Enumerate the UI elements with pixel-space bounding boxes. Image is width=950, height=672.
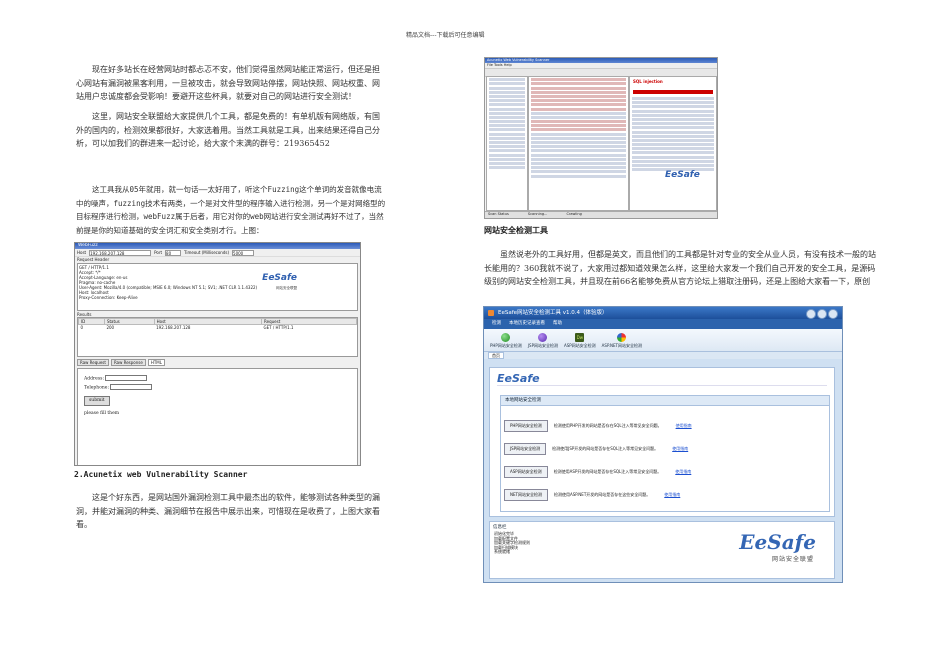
- eesafe-titlebar: EeSafe网站安全检测工具 v1.0.4（体验版）: [484, 307, 842, 319]
- tab-raw-request[interactable]: Raw Request: [77, 359, 109, 366]
- html-preview: Address: Telephone: submit please fill t…: [77, 368, 358, 465]
- eesafe-main-panel: EeSafe 本地网站安全检测 PHP网站安全检测 检测使用PHP开发的网站是否…: [489, 367, 835, 517]
- eesafe-brand-subtitle: 网站安全联盟: [771, 556, 814, 563]
- request-line: Proxy-Connection: Keep-Alive: [79, 295, 138, 300]
- webfuzz-screenshot: WebFuzz Host 192.168.207.128 Port 80 Tim…: [74, 242, 361, 466]
- webfuzz-connection-row: Host 192.168.207.128 Port 80 Timeout (Mi…: [75, 249, 360, 257]
- table-row[interactable]: 0 200 192.168.207.128 GET / HTTP/1.1: [79, 325, 357, 330]
- timeout-input[interactable]: 5000: [232, 249, 255, 256]
- guide-link[interactable]: 使用指南: [672, 446, 688, 452]
- net-check-button[interactable]: NET网站安全检测: [504, 489, 548, 501]
- app-icon: [488, 310, 494, 316]
- alert-title: SQL injection: [633, 79, 663, 84]
- telephone-label: Telephone:: [84, 385, 109, 390]
- check-description: 检测使用ASP.NET开发的网站是否存在这些安全问题。: [553, 492, 651, 497]
- eesafe-menubar: 检测 本地历史记录查看 帮助: [484, 319, 842, 329]
- tool-aspnet[interactable]: ASP.NET网站安全检测: [602, 333, 642, 351]
- acunetix-screenshot: Acunetix Web Vulnerability Scanner File …: [484, 57, 718, 219]
- check-row-net: NET网站安全检测 检测使用ASP.NET开发的网站是否存在这些安全问题。 使用…: [504, 489, 680, 501]
- cell-id: 0: [80, 325, 84, 330]
- jsp-check-button[interactable]: JSP网站安全检测: [504, 443, 547, 455]
- timeout-label: Timeout (Milliseconds): [184, 250, 230, 255]
- guide-link[interactable]: 使用指南: [675, 469, 691, 475]
- paragraph-intro: 现在好多站长在经营网站时都忐忑不安，他们觉得虽然网站能正常运行，但还是担心网站有…: [76, 65, 380, 101]
- check-description: 检测使用PHP开发的网站是否存在SQL注入等常见安全问题。: [553, 423, 662, 428]
- response-tabs: Raw Request Raw Response HTML: [75, 357, 360, 368]
- cell-request: GET / HTTP/1.1: [263, 325, 294, 330]
- status-scanning: Scanning...: [527, 212, 548, 216]
- cell-status: 200: [106, 325, 115, 330]
- close-icon[interactable]: [828, 309, 838, 319]
- acunetix-statusbar: Scan Status Scanning... Crawling: [485, 211, 717, 218]
- paragraph-acunetix: 这是个好东西，是网站国外漏洞检测工具中最杰出的软件，能够测试各种类型的漏洞，并能…: [76, 493, 380, 529]
- request-header-box[interactable]: GET / HTTP/1.1 Accept: */* Accept-Langua…: [77, 263, 358, 311]
- timeout-value: 5000: [233, 250, 244, 256]
- port-input[interactable]: 80: [165, 249, 182, 256]
- status-crawling: Crawling: [566, 212, 582, 216]
- check-description: 检测使用ASP开发的网站是否存在SQL注入等常见安全问题。: [553, 469, 662, 474]
- telephone-field[interactable]: [110, 383, 153, 390]
- php-check-button[interactable]: PHP网站安全检测: [504, 420, 548, 432]
- acunetix-scan-results: [528, 76, 629, 211]
- paragraph-webfuzz: 这工具我从05年就用，就一句话——太好用了，听这个Fuzzing这个单词的发音就…: [76, 185, 386, 235]
- check-row-asp: ASP网站安全检测 检测使用ASP开发的网站是否存在SQL注入等常见安全问题。 …: [504, 466, 691, 478]
- address-label: Address:: [84, 376, 104, 382]
- eesafe-logo: EeSafe: [497, 372, 540, 385]
- menu-detect[interactable]: 检测: [492, 319, 501, 329]
- host-value: 192.168.207.128: [90, 250, 125, 256]
- tab-html[interactable]: HTML: [147, 359, 165, 366]
- dreamweaver-icon: Dw: [575, 333, 585, 342]
- menu-help[interactable]: 帮助: [553, 319, 562, 329]
- host-input[interactable]: 192.168.207.128: [89, 249, 152, 256]
- minimize-icon[interactable]: [806, 309, 816, 319]
- tool-php[interactable]: PHP网站安全检测: [490, 333, 522, 351]
- eesafe-watermark: EeSafe: [665, 170, 700, 180]
- address-field[interactable]: [105, 375, 148, 381]
- eesafe-title: EeSafe网站安全检测工具 v1.0.4（体验版）: [498, 310, 608, 316]
- request-header-label: Request Header: [77, 257, 110, 262]
- acunetix-alert-details: SQL injection: [629, 76, 717, 211]
- heading-eesafe-tool: 网站安全检测工具: [484, 226, 548, 235]
- paragraph-tools-intro: 这里，网站安全联盟给大家提供几个工具，都是免费的！有单机版有网络版，有国外的国内…: [76, 112, 380, 148]
- tab-home[interactable]: 首页: [488, 352, 504, 359]
- status-label: Scan Status: [488, 212, 509, 216]
- heading-acunetix: 2.Acunetix web Vulnerability Scanner: [74, 470, 248, 479]
- tool-label: JSP网站安全检测: [527, 343, 558, 348]
- jsp-icon: [538, 333, 548, 342]
- cell-host: 192.168.207.128: [156, 325, 191, 330]
- check-row-php: PHP网站安全检测 检测使用PHP开发的网站是否存在SQL注入等常见安全问题。 …: [504, 420, 692, 432]
- eesafe-brand-logo: EeSafe: [739, 530, 816, 554]
- maximize-icon[interactable]: [817, 309, 827, 319]
- tool-label: ASP网站安全检测: [563, 343, 596, 348]
- eesafe-toolbar: PHP网站安全检测 JSP网站安全检测 Dw ASP网站安全检测 ASP.NET…: [484, 329, 842, 351]
- tool-label: PHP网站安全检测: [490, 343, 522, 348]
- check-description: 检测使用JSP开发的网站是否存在SQL注入等常见安全问题。: [552, 446, 659, 451]
- form-note: please fill them: [84, 411, 120, 416]
- port-label: Port: [154, 250, 163, 255]
- eesafe-tabs: 首页: [484, 351, 842, 359]
- host-label: Host: [77, 250, 87, 255]
- eesafe-screenshot: EeSafe网站安全检测工具 v1.0.4（体验版） 检测 本地历史记录查看 帮…: [483, 306, 843, 583]
- acunetix-tools-tree: [486, 76, 528, 211]
- panel-title: 本地网站安全检测: [501, 396, 829, 406]
- eesafe-logo-subtitle: 网站安全联盟: [276, 286, 297, 290]
- results-table: ID Status Host Request 0 200 192.168.207…: [77, 317, 358, 357]
- port-value: 80: [166, 250, 172, 256]
- guide-link[interactable]: 使用指南: [664, 492, 680, 498]
- php-icon: [501, 333, 511, 342]
- aspnet-icon: [617, 333, 627, 342]
- asp-check-button[interactable]: ASP网站安全检测: [504, 466, 548, 478]
- guide-link[interactable]: 使用指南: [676, 423, 692, 429]
- tool-asp[interactable]: Dw ASP网站安全检测: [564, 333, 596, 351]
- info-panel: 信息栏 初始化完毕 加载配置文件 加载关键字检测规则 加载扫描模块 系统就绪 E…: [489, 521, 835, 579]
- check-row-jsp: JSP网站安全检测 检测使用JSP开发的网站是否存在SQL注入等常见安全问题。 …: [504, 443, 688, 455]
- paragraph-eesafe: 虽然说老外的工具好用，但都是英文，而且他们的工具都是针对专业的安全从业人员，有没…: [484, 250, 876, 286]
- eesafe-logo: EeSafe: [262, 273, 297, 283]
- submit-button[interactable]: submit: [84, 396, 110, 406]
- tool-label: ASP.NET网站安全检测: [601, 343, 642, 348]
- tab-raw-response[interactable]: Raw Response: [110, 359, 146, 366]
- document-header: 精品文档---下载后可任意编辑: [406, 32, 485, 39]
- tool-jsp[interactable]: JSP网站安全检测: [528, 333, 558, 351]
- menu-history[interactable]: 本地历史记录查看: [509, 319, 545, 329]
